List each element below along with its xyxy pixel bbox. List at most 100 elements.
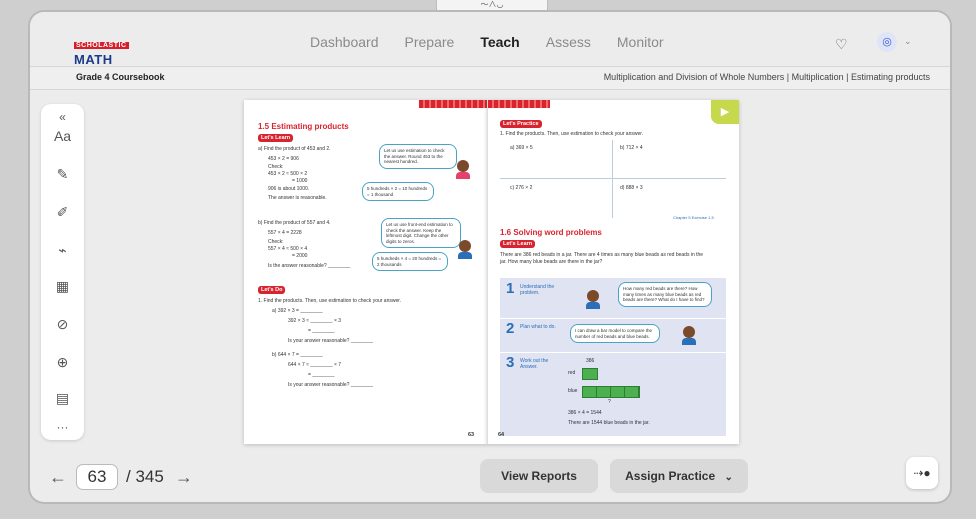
step-answer: 3 Work out the Answer. 386 red blue ? 38… bbox=[500, 352, 726, 436]
grid-icon[interactable]: ▦ bbox=[41, 278, 84, 295]
bar-label-blue: blue bbox=[568, 388, 578, 394]
page-number-input[interactable]: 63 bbox=[76, 464, 118, 490]
coursebook-page-right: ▶ Let's Practice 1. Find the products. T… bbox=[487, 100, 739, 444]
a-equation: 453 × 2 = 906 bbox=[268, 156, 299, 162]
step-number: 3 bbox=[506, 354, 515, 371]
lets-practice-tag: Let's Practice bbox=[500, 120, 542, 128]
view-reports-label: View Reports bbox=[501, 469, 577, 483]
coursebook-title: Grade 4 Coursebook bbox=[76, 72, 165, 82]
collapse-icon[interactable]: « bbox=[41, 110, 84, 124]
assign-practice-label: Assign Practice bbox=[625, 469, 716, 483]
page-number-left: 63 bbox=[468, 432, 475, 438]
speech-bubble-a: Let us use estimation to check the answe… bbox=[379, 144, 457, 169]
student-avatar bbox=[682, 326, 696, 345]
exercise-reference: Chapter 5 Exercise 1.5 bbox=[673, 215, 714, 220]
word-problem: There are 386 red beads in a jar. There … bbox=[500, 252, 704, 265]
practice-c: c) 276 × 2 bbox=[510, 185, 533, 191]
edit-note-icon[interactable]: ✎ bbox=[41, 166, 84, 183]
bar-label-red: red bbox=[568, 370, 576, 376]
annotation-toolbar: « Aa ✎ ✐ ⌁ ▦ ⊘ ⊕ ▤ ··· bbox=[41, 104, 84, 440]
step-number: 1 bbox=[506, 280, 515, 297]
zoom-icon[interactable]: ⊕ bbox=[41, 354, 84, 371]
practice-divider bbox=[612, 140, 613, 218]
practice-divider bbox=[500, 178, 726, 179]
tab-assess[interactable]: Assess bbox=[546, 34, 591, 50]
step-label: Work out the Answer. bbox=[520, 358, 549, 370]
speech-bubble: I can draw a bar model to compare the nu… bbox=[570, 324, 660, 343]
lets-learn-tag: Let's Learn bbox=[258, 134, 294, 142]
book-icon[interactable]: ▤ bbox=[41, 390, 84, 407]
layout-toggle-icon[interactable]: ⇢● bbox=[906, 457, 938, 489]
tab-prepare[interactable]: Prepare bbox=[405, 34, 455, 50]
practice-instruction: 1. Find the products. Then, use estimati… bbox=[500, 131, 644, 137]
page-ribbon bbox=[488, 100, 550, 108]
do-instruction: 1. Find the products. Then, use estimati… bbox=[258, 298, 402, 304]
assign-practice-button[interactable]: Assign Practice ⌄ bbox=[610, 459, 748, 493]
chevron-down-icon: ⌄ bbox=[724, 472, 733, 483]
chevron-down-icon[interactable]: ⌄ bbox=[904, 36, 912, 47]
do-b-line1: b) 644 × 7 = ________ bbox=[272, 352, 323, 358]
b-equation: 557 × 4 = 2228 bbox=[268, 230, 302, 236]
do-a-line4: Is your answer reasonable? ________ bbox=[288, 338, 374, 344]
page-ribbon bbox=[419, 100, 487, 108]
top-navigation: SCHOLASTIC MATH PRO ◆◆◆◆ Dashboard Prepa… bbox=[30, 12, 950, 89]
step-plan: 2 Plan what to do. I can draw a bar mode… bbox=[500, 318, 726, 353]
highlighter-icon[interactable]: ⌁ bbox=[41, 242, 84, 259]
a-check-line4: The answer is reasonable. bbox=[268, 195, 327, 201]
video-icon[interactable]: ▶ bbox=[711, 100, 739, 124]
do-b-line3: = ________ bbox=[308, 372, 335, 378]
b-check: Check: bbox=[268, 239, 284, 245]
practice-d: d) 888 × 3 bbox=[620, 185, 643, 191]
b-check-line1: 557 × 4 ≈ 500 × 4 bbox=[268, 246, 308, 252]
step-label: Understand the problem. bbox=[520, 284, 555, 296]
answer-equation: 386 × 4 = 1544 bbox=[568, 410, 602, 416]
practice-b: b) 712 × 4 bbox=[620, 145, 643, 151]
answer-statement: There are 1544 blue beads in the jar. bbox=[568, 420, 650, 426]
bar-blue bbox=[582, 386, 640, 398]
hide-icon[interactable]: ⊘ bbox=[41, 316, 84, 333]
b-check-line3: Is the answer reasonable? ________ bbox=[268, 263, 351, 269]
bar-red bbox=[582, 368, 598, 380]
tab-teach[interactable]: Teach bbox=[480, 34, 519, 50]
section-title: 1.6 Solving word problems bbox=[500, 228, 602, 237]
problem-steps: 1 Understand the problem. How many red b… bbox=[500, 278, 726, 436]
do-b-line2: 644 × 7 ≈ ________ × 7 bbox=[288, 362, 342, 368]
tab-dashboard[interactable]: Dashboard bbox=[310, 34, 379, 50]
a-check-line1: 453 × 2 ≈ 500 × 2 bbox=[268, 171, 308, 177]
practice-a: a) 369 × 5 bbox=[510, 145, 533, 151]
note-bubble-b: 5 hundreds × 4 = 20 hundreds = 2 thousan… bbox=[372, 252, 448, 271]
bar-question: ? bbox=[608, 399, 611, 405]
question-a: a) Find the product of 453 and 2. bbox=[258, 146, 331, 152]
lets-do-tag: Let's Do bbox=[258, 286, 286, 294]
text-tool-icon[interactable]: Aa bbox=[41, 128, 84, 144]
question-b: b) Find the product of 557 and 4. bbox=[258, 220, 331, 226]
logo-publisher: SCHOLASTIC bbox=[74, 42, 129, 49]
tab-monitor[interactable]: Monitor bbox=[617, 34, 664, 50]
page-navigator: ← 63 / 345 → bbox=[46, 464, 196, 490]
do-a-line2: 392 × 3 ≈ ________ × 3 bbox=[288, 318, 342, 324]
student-avatar bbox=[458, 240, 472, 259]
heart-icon[interactable]: ♡ bbox=[835, 36, 848, 53]
user-avatar-icon[interactable]: ◎ bbox=[877, 32, 897, 52]
step-understand: 1 Understand the problem. How many red b… bbox=[500, 278, 726, 319]
breadcrumb-bar: Grade 4 Coursebook Multiplication and Di… bbox=[30, 66, 950, 90]
a-check-line2: = 1000 bbox=[292, 178, 308, 184]
prev-page-button[interactable]: ← bbox=[46, 467, 70, 488]
lets-learn-tag: Let's Learn bbox=[500, 240, 536, 248]
next-page-button[interactable]: → bbox=[172, 467, 196, 488]
step-number: 2 bbox=[506, 320, 515, 337]
page-total: / 345 bbox=[126, 467, 164, 486]
view-reports-button[interactable]: View Reports bbox=[480, 459, 598, 493]
app-window: SCHOLASTIC MATH PRO ◆◆◆◆ Dashboard Prepa… bbox=[30, 12, 950, 502]
bar-value-label: 386 bbox=[586, 358, 595, 364]
b-check-line2: = 2000 bbox=[292, 253, 308, 259]
section-title: 1.5 Estimating products bbox=[258, 122, 349, 131]
note-bubble-a: 5 hundreds × 2 = 10 hundreds = 1 thousan… bbox=[362, 182, 434, 201]
speech-bubble-b: Let us use front-end estimation to check… bbox=[381, 218, 461, 248]
more-icon[interactable]: ··· bbox=[41, 420, 84, 434]
student-avatar bbox=[586, 290, 600, 309]
step-label: Plan what to do. bbox=[520, 324, 556, 330]
speech-bubble: How many red beads are there? How many t… bbox=[618, 282, 712, 307]
nav-tabs: Dashboard Prepare Teach Assess Monitor bbox=[310, 34, 690, 50]
pen-icon[interactable]: ✐ bbox=[41, 204, 84, 221]
